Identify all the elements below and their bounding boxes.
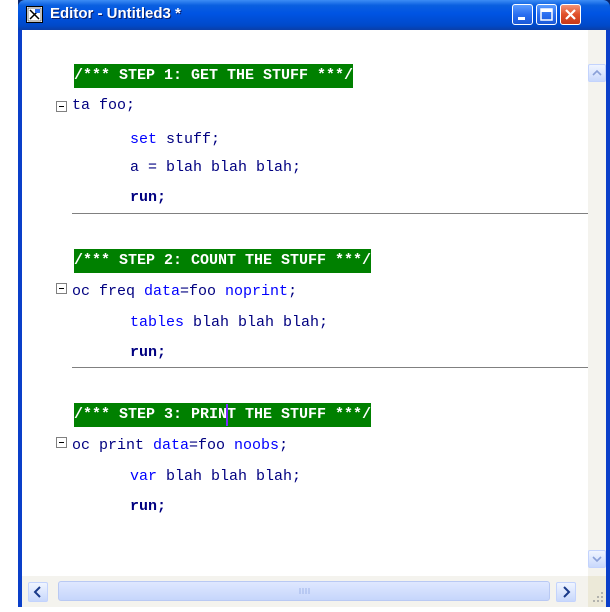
fold-toggle-step3[interactable] [56, 437, 67, 448]
minimize-icon [518, 17, 525, 20]
code-text: ; [288, 283, 298, 300]
comment-step3: /*** STEP 3: PRINT THE STUFF ***/ [74, 403, 372, 427]
code-line: run; [130, 189, 167, 206]
comment-step1: /*** STEP 1: GET THE STUFF ***/ [74, 64, 354, 88]
fold-toggle-step2[interactable] [56, 283, 67, 294]
resize-grip[interactable] [588, 576, 606, 607]
scroll-down-button[interactable] [588, 550, 606, 568]
editor-window: Editor - Untitled3 * /*** STEP 1: GET TH… [18, 0, 610, 607]
comment-text: /*** STEP 3 [74, 406, 174, 423]
sas-editor-icon[interactable] [26, 6, 43, 23]
code-editor[interactable]: /*** STEP 1: GET THE STUFF ***/ data foo… [72, 30, 592, 576]
fold-gutter [22, 30, 72, 576]
option: noprint [225, 283, 289, 300]
keyword: data [72, 97, 91, 114]
grip-icon [299, 588, 310, 594]
minimize-button[interactable] [512, 4, 533, 25]
resize-grip-icon [593, 592, 603, 602]
scroll-up-button[interactable] [588, 64, 606, 82]
comment-step2: /*** STEP 2: COUNT THE STUFF ***/ [74, 249, 372, 273]
step-separator [72, 367, 592, 368]
code-line: set stuff; [130, 129, 220, 151]
code-line: var blah blah blah; [130, 466, 301, 488]
close-button[interactable] [560, 4, 581, 25]
window-frame-right [606, 30, 610, 607]
code-text: ; [279, 437, 289, 454]
code-text: stuff; [157, 131, 221, 148]
scroll-right-button[interactable] [556, 582, 576, 602]
comment-text: : PRINT THE STUFF ***/ [173, 406, 372, 423]
keyword: proc print [72, 437, 145, 454]
option: noobs [234, 437, 280, 454]
option: data [144, 437, 190, 454]
code-text: foo; [90, 97, 136, 114]
close-icon [565, 9, 576, 20]
code-line: tables blah blah blah; [130, 312, 328, 334]
scroll-up-icon [592, 69, 602, 76]
code-line: proc print data=foo noobs; [72, 435, 288, 457]
horizontal-scrollbar[interactable] [22, 576, 588, 607]
title-bar[interactable]: Editor - Untitled3 * [18, 0, 610, 30]
editor-client-area: /*** STEP 1: GET THE STUFF ***/ data foo… [22, 30, 606, 607]
code-text: =foo [180, 283, 226, 300]
text-cursor [226, 404, 228, 426]
code-line: proc freq data=foo noprint; [72, 281, 297, 303]
code-line: data foo; [72, 95, 135, 117]
horizontal-scroll-thumb[interactable] [58, 581, 550, 601]
code-line: run; [130, 344, 167, 361]
code-text: =foo [189, 437, 235, 454]
keyword: proc freq [72, 283, 136, 300]
keyword: set [130, 131, 158, 148]
keyword: var [130, 468, 158, 485]
code-line: run; [130, 498, 167, 515]
fold-toggle-step1[interactable] [56, 101, 67, 112]
code-text: blah blah blah; [184, 314, 329, 331]
code-text: blah blah blah; [157, 468, 302, 485]
option: data [135, 283, 181, 300]
maximize-button[interactable] [536, 4, 557, 25]
scroll-left-icon [33, 586, 41, 598]
scroll-down-icon [592, 556, 602, 563]
maximize-icon [540, 8, 553, 21]
scroll-right-icon [563, 586, 571, 598]
window-title: Editor - Untitled3 * [50, 5, 181, 22]
keyword: tables [130, 314, 185, 331]
code-line: a = blah blah blah; [130, 159, 302, 176]
step-separator [72, 213, 592, 214]
scroll-left-button[interactable] [28, 582, 48, 602]
vertical-scrollbar[interactable] [588, 30, 606, 576]
